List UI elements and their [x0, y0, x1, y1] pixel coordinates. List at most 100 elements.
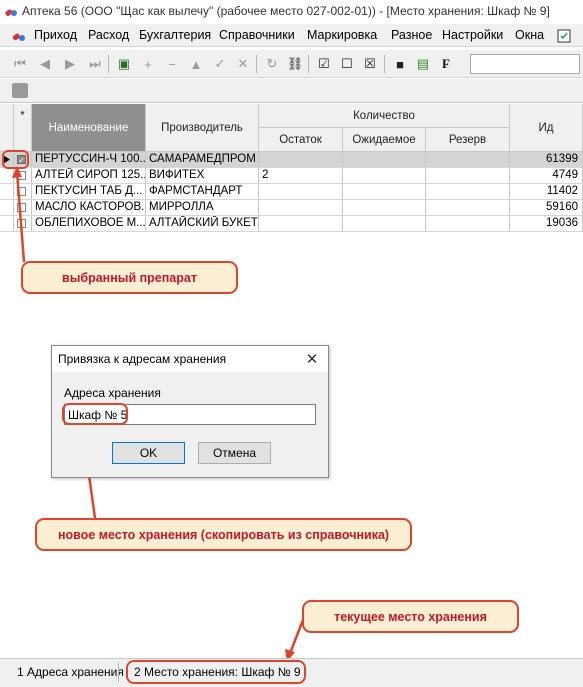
cell-reserve[interactable] — [426, 152, 510, 168]
dialog-title-bar: Привязка к адресам хранения ✕ — [52, 346, 328, 372]
cell-id[interactable]: 19036 — [510, 216, 583, 232]
cell-name[interactable]: АЛТЕЙ СИРОП 125... — [32, 168, 146, 184]
callout-selected-drug: выбранный препарат — [21, 261, 238, 294]
cell-reserve[interactable] — [426, 184, 510, 200]
row-checkbox-cell[interactable] — [14, 200, 32, 216]
check-all-icon[interactable]: ☑ — [314, 54, 334, 74]
table-row[interactable]: АЛТЕЙ СИРОП 125... ВИФИТЕХ 2 4749 — [0, 168, 583, 184]
menu-prikhod[interactable]: Приход — [34, 28, 77, 42]
check-partial-icon[interactable]: ☒ — [360, 54, 380, 74]
link-icon[interactable]: ⛓ — [285, 54, 305, 74]
folder-icon[interactable] — [12, 83, 28, 98]
cell-expected[interactable] — [343, 184, 426, 200]
cell-reserve[interactable] — [426, 216, 510, 232]
confirm-icon[interactable]: ✓ — [210, 54, 230, 74]
column-header-remaining[interactable]: Остаток — [259, 128, 343, 152]
cancel-icon[interactable]: ✕ — [233, 54, 253, 74]
save-icon[interactable]: ■ — [390, 54, 410, 74]
callout-current-location: текущее место хранения — [302, 600, 519, 633]
cell-remaining[interactable] — [259, 184, 343, 200]
prev-record-icon[interactable]: ◀ — [35, 54, 55, 74]
cell-manufacturer[interactable]: ФАРМСТАНДАРТ — [146, 184, 259, 200]
menu-markirovka[interactable]: Маркировка — [307, 28, 377, 42]
refresh-icon[interactable]: ↻ — [262, 54, 282, 74]
cancel-button[interactable]: Отмена — [198, 442, 271, 464]
checkbox[interactable] — [17, 219, 26, 228]
first-record-icon[interactable]: ⏮ — [10, 54, 30, 74]
cell-id[interactable]: 4749 — [510, 168, 583, 184]
row-indicator — [0, 200, 14, 216]
menu-okna[interactable]: Окна — [515, 28, 544, 42]
table-row[interactable]: ✓ ПЕРТУССИН-Ч 100... САМАРАМЕДПРОМ 61399 — [0, 152, 583, 168]
ok-button[interactable]: OK — [112, 442, 185, 464]
cell-expected[interactable] — [343, 152, 426, 168]
cell-name[interactable]: МАСЛО КАСТОРОВ... — [32, 200, 146, 216]
column-header-quantity: Количество — [259, 104, 510, 128]
cell-remaining[interactable] — [259, 152, 343, 168]
row-indicator-header — [0, 104, 14, 152]
document-menu-icon[interactable] — [556, 28, 572, 44]
app-menu-icon[interactable] — [12, 29, 26, 43]
cell-expected[interactable] — [343, 200, 426, 216]
cell-reserve[interactable] — [426, 200, 510, 216]
row-indicator — [0, 216, 14, 232]
checkbox[interactable] — [17, 171, 26, 180]
cell-expected[interactable] — [343, 168, 426, 184]
cell-manufacturer[interactable]: ВИФИТЕХ — [146, 168, 259, 184]
menu-raznoe[interactable]: Разное — [391, 28, 432, 42]
cell-expected[interactable] — [343, 216, 426, 232]
clipboard-icon[interactable]: ▣ — [114, 54, 134, 74]
tab-storage-addresses[interactable]: 1 Адреса хранения — [17, 665, 124, 679]
cell-remaining[interactable] — [259, 216, 343, 232]
table-row[interactable]: ОБЛЕПИХОВОЕ М... АЛТАЙСКИЙ БУКЕТ 19036 — [0, 216, 583, 232]
search-input[interactable] — [470, 54, 580, 74]
row-checkbox-cell[interactable] — [14, 216, 32, 232]
checkbox[interactable] — [17, 203, 26, 212]
menu-bukhgalteriya[interactable]: Бухгалтерия — [139, 28, 211, 42]
checkbox[interactable] — [17, 187, 26, 196]
cell-id[interactable]: 59160 — [510, 200, 583, 216]
dialog-title: Привязка к адресам хранения — [58, 352, 227, 366]
row-checkbox-cell[interactable] — [14, 168, 32, 184]
callout-new-location: новое место хранения (скопировать из спр… — [35, 518, 412, 551]
menu-spravochniki[interactable]: Справочники — [219, 28, 295, 42]
cell-manufacturer[interactable]: САМАРАМЕДПРОМ — [146, 152, 259, 168]
column-header-reserve[interactable]: Резерв — [426, 128, 510, 152]
next-record-icon[interactable]: ▶ — [60, 54, 80, 74]
menu-raskhod[interactable]: Расход — [88, 28, 129, 42]
add-icon[interactable]: + — [138, 54, 158, 74]
table-row[interactable]: МАСЛО КАСТОРОВ... МИРРОЛЛА 59160 — [0, 200, 583, 216]
table-row[interactable]: ПЕКТУСИН ТАБ Д... ФАРМСТАНДАРТ 11402 — [0, 184, 583, 200]
cell-name[interactable]: ОБЛЕПИХОВОЕ М... — [32, 216, 146, 232]
up-icon[interactable]: ▲ — [186, 54, 206, 74]
window-title: Аптека 56 (ООО "Щас как вылечу" (рабочее… — [22, 4, 550, 18]
column-header-name[interactable]: Наименование — [32, 104, 146, 152]
row-checkbox-cell[interactable] — [14, 184, 32, 200]
menu-nastroyki[interactable]: Настройки — [442, 28, 503, 42]
cell-remaining[interactable]: 2 — [259, 168, 343, 184]
marker-header[interactable]: * — [14, 104, 32, 152]
storage-address-label: Адреса хранения — [64, 386, 161, 400]
filter-icon[interactable]: F — [436, 54, 456, 74]
cell-name[interactable]: ПЕРТУССИН-Ч 100... — [32, 152, 146, 168]
last-record-icon[interactable]: ⏭ — [85, 54, 105, 74]
export-icon[interactable]: ▤ — [413, 54, 433, 74]
cell-manufacturer[interactable]: МИРРОЛЛА — [146, 200, 259, 216]
menu-bar: Приход Расход Бухгалтерия Справочники Ма… — [0, 24, 583, 47]
uncheck-all-icon[interactable]: ☐ — [337, 54, 357, 74]
cell-reserve[interactable] — [426, 168, 510, 184]
column-header-manufacturer[interactable]: Производитель — [146, 104, 259, 152]
column-header-expected[interactable]: Ожидаемое — [343, 128, 426, 152]
cell-manufacturer[interactable]: АЛТАЙСКИЙ БУКЕТ — [146, 216, 259, 232]
app-icon — [5, 9, 17, 16]
remove-icon[interactable]: − — [162, 54, 182, 74]
cell-id[interactable]: 61399 — [510, 152, 583, 168]
toolbar: ⏮ ◀ ▶ ⏭ ▣ + − ▲ ✓ ✕ ↻ ⛓ ☑ ☐ ☒ ■ ▤ F — [0, 50, 583, 78]
close-icon[interactable]: ✕ — [301, 349, 323, 369]
cell-remaining[interactable] — [259, 200, 343, 216]
selected-row-highlight — [2, 150, 29, 169]
column-header-id[interactable]: Ид — [510, 104, 583, 152]
tab-divider — [118, 662, 119, 682]
cell-name[interactable]: ПЕКТУСИН ТАБ Д... — [32, 184, 146, 200]
cell-id[interactable]: 11402 — [510, 184, 583, 200]
